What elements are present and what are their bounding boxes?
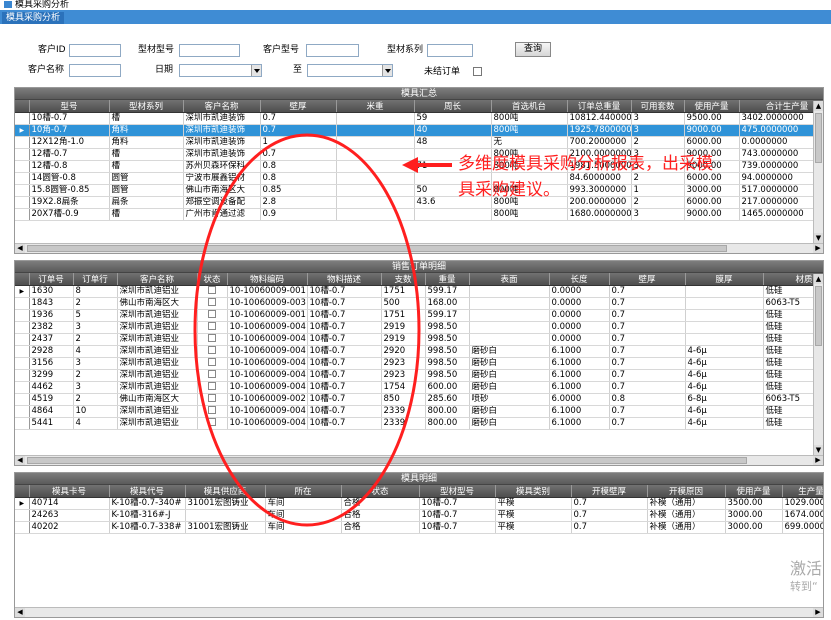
annotation-arrow-head: [402, 157, 418, 173]
watermark-line-1: 激活: [790, 559, 823, 578]
annotation-ellipse: [193, 133, 421, 527]
annotation-line-2: 具采购建议。: [458, 180, 560, 200]
annotation-overlay: [193, 133, 452, 527]
annotation-line-1: 多维度模具采购分析报表，出采模: [458, 154, 713, 174]
annotation-text: 多维度模具采购分析报表，出采模 具采购建议。: [458, 151, 830, 203]
watermark-line-2: 转到“: [790, 580, 818, 593]
activation-watermark: 激活 转到“: [790, 558, 822, 594]
